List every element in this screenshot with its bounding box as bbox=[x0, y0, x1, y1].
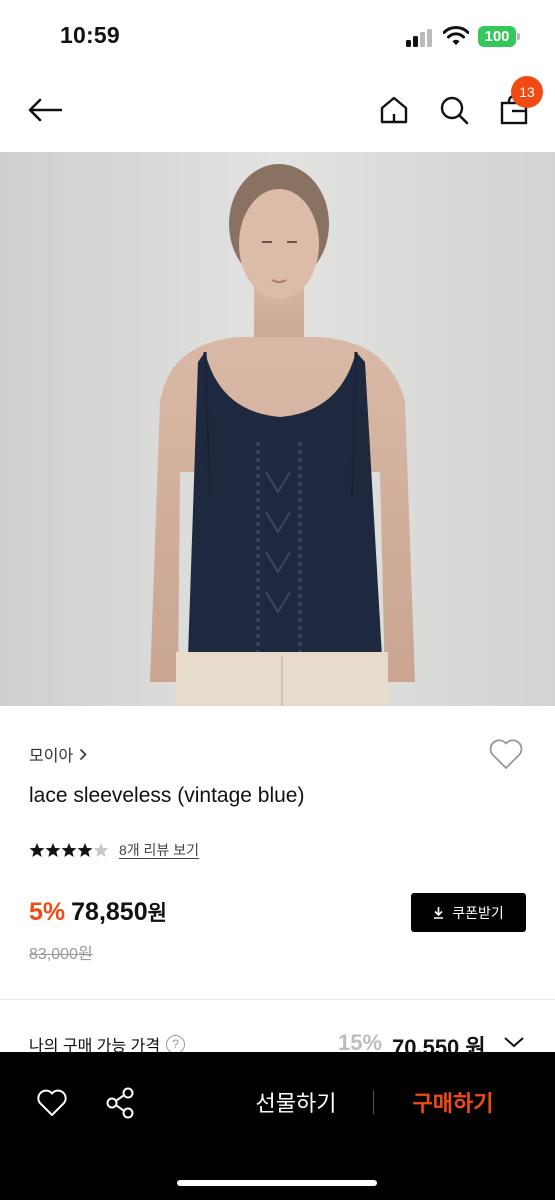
heart-outline-icon bbox=[37, 1089, 67, 1116]
search-button[interactable] bbox=[434, 90, 474, 130]
wishlist-button[interactable] bbox=[486, 734, 526, 774]
discount-rate: 5% bbox=[29, 898, 66, 926]
gift-button[interactable]: 선물하기 bbox=[236, 1082, 356, 1122]
home-indicator bbox=[177, 1180, 377, 1186]
wifi-icon bbox=[443, 26, 469, 45]
back-button[interactable] bbox=[22, 90, 68, 130]
chevron-down-icon[interactable] bbox=[503, 1036, 525, 1048]
share-button[interactable] bbox=[101, 1084, 139, 1122]
top-navigation bbox=[0, 72, 555, 152]
home-icon bbox=[380, 96, 408, 124]
share-icon bbox=[106, 1087, 134, 1119]
section-divider bbox=[0, 999, 555, 1000]
bottom-separator bbox=[373, 1090, 374, 1114]
heart-outline-icon bbox=[489, 739, 523, 769]
product-name: lace sleeveless (vintage blue) bbox=[29, 784, 305, 807]
help-icon[interactable]: ? bbox=[166, 1034, 186, 1054]
coupon-button[interactable]: 쿠폰받기 bbox=[411, 893, 526, 932]
product-photo bbox=[0, 152, 555, 706]
cellular-signal-icon bbox=[406, 29, 434, 47]
review-link[interactable]: 8개 리뷰 보기 bbox=[119, 840, 199, 860]
status-bar: 10:59 100 bbox=[0, 0, 555, 72]
battery-tip bbox=[517, 33, 520, 40]
bottom-wishlist-button[interactable] bbox=[33, 1084, 71, 1122]
home-button[interactable] bbox=[374, 90, 414, 130]
arrow-left-icon bbox=[28, 98, 62, 122]
bottom-action-bar: 선물하기 구매하기 bbox=[0, 1052, 555, 1200]
cart-count-badge: 13 bbox=[511, 76, 543, 108]
search-icon bbox=[440, 96, 469, 125]
original-price: 83,000원 bbox=[29, 946, 93, 963]
status-time: 10:59 bbox=[60, 22, 120, 48]
price-row: 5% 78,850 원 bbox=[29, 897, 167, 927]
battery-indicator: 100 bbox=[478, 26, 516, 47]
brand-name: 모이아 bbox=[29, 748, 74, 765]
brand-link[interactable]: 모이아 bbox=[29, 742, 87, 766]
buy-button[interactable]: 구매하기 bbox=[392, 1082, 514, 1122]
rating-row: 8개 리뷰 보기 bbox=[29, 840, 199, 860]
sale-price: 78,850 bbox=[71, 898, 148, 926]
download-icon bbox=[434, 907, 444, 919]
rating-stars bbox=[29, 843, 109, 857]
currency-unit: 원 bbox=[147, 902, 167, 925]
coupon-label: 쿠폰받기 bbox=[452, 904, 504, 921]
product-image[interactable] bbox=[0, 152, 555, 706]
chevron-right-icon bbox=[80, 748, 87, 760]
